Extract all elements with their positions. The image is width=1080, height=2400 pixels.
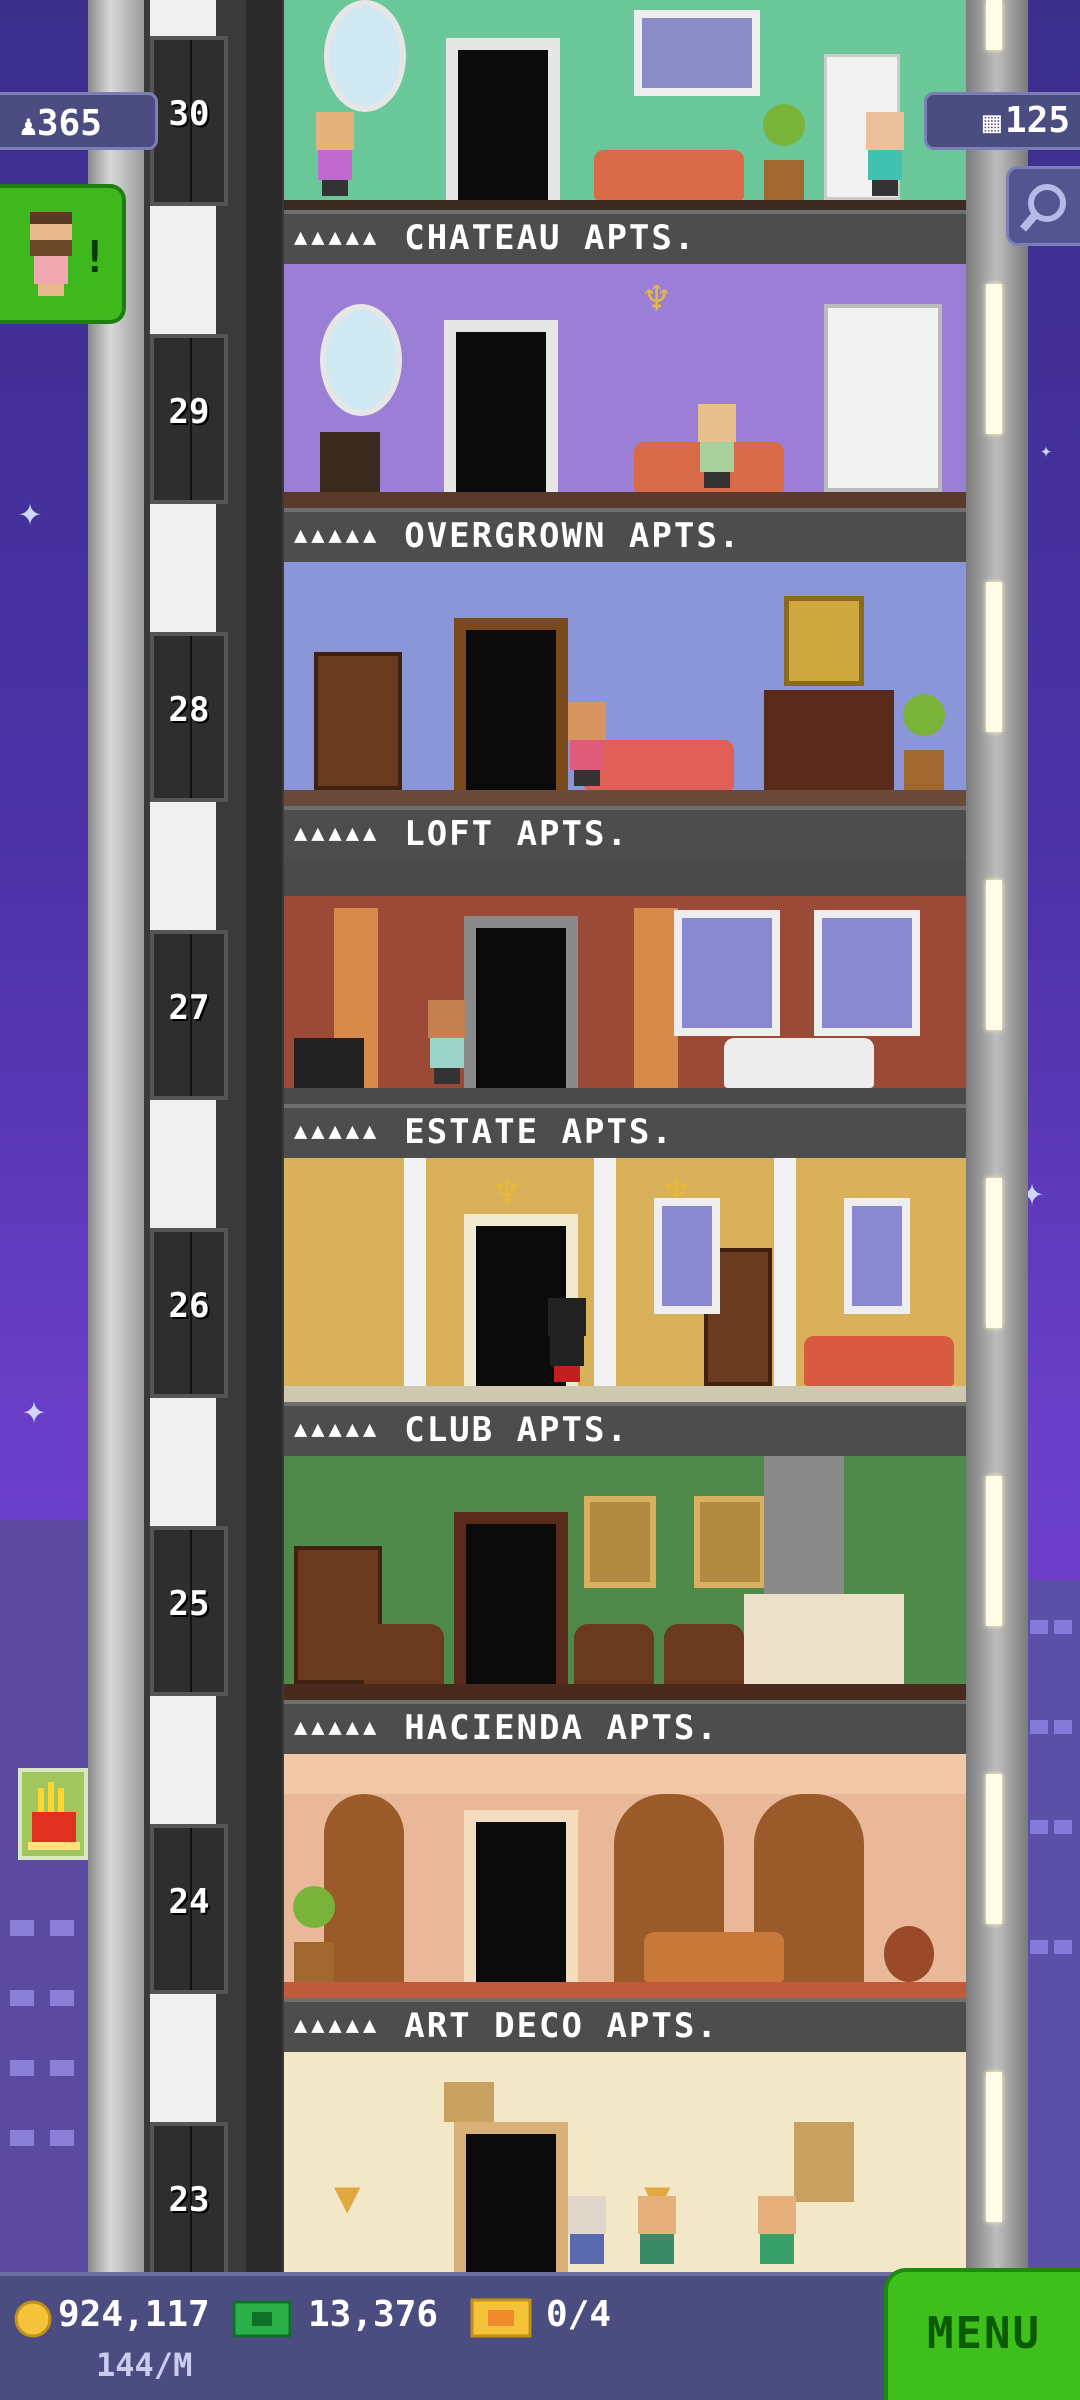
coin-icon: [14, 2300, 52, 2338]
floor-number: 29: [168, 392, 210, 432]
tickets-value: 0/4: [546, 2294, 612, 2335]
floor-28-room[interactable]: [284, 562, 966, 806]
floor-sign[interactable]: ▲▲▲▲▲ HACIENDA APTS.: [284, 1700, 966, 1754]
floor-number: 28: [168, 690, 210, 730]
bux-value: 125: [1004, 100, 1070, 141]
rating-stars-icon: ▲▲▲▲▲: [294, 2013, 381, 2038]
rating-stars-icon: ▲▲▲▲▲: [294, 523, 381, 548]
building-icon: ▦: [982, 105, 1001, 140]
floor-name: ESTATE APTS.: [404, 1112, 674, 1152]
floor-number: 27: [168, 988, 210, 1028]
floor-name: LOFT APTS.: [404, 814, 629, 854]
resident-avatar[interactable]: [694, 404, 740, 488]
wall-light: [986, 1476, 1002, 1626]
visitor-alert-button[interactable]: !: [0, 184, 126, 324]
bux-bill-icon: [232, 2300, 292, 2338]
rating-stars-icon: ▲▲▲▲▲: [294, 225, 381, 250]
floor-number: 26: [168, 1286, 210, 1326]
search-button[interactable]: [1006, 166, 1080, 246]
wall-light: [986, 880, 1002, 1030]
wall-light: [986, 1774, 1002, 1924]
bux-counter[interactable]: ▦ 125: [924, 92, 1080, 150]
elevator-rail: [246, 0, 282, 2280]
rating-stars-icon: ▲▲▲▲▲: [294, 1715, 381, 1740]
wall-light: [986, 582, 1002, 732]
floor-sign[interactable]: ▲▲▲▲▲ CHATEAU APTS.: [284, 210, 966, 264]
resident-avatar[interactable]: [754, 2196, 800, 2280]
city-skyline-left: [0, 1520, 90, 2280]
food-item-icon: [28, 1782, 80, 1850]
floor-number: 25: [168, 1584, 210, 1624]
floor-sign[interactable]: ▲▲▲▲▲ ESTATE APTS.: [284, 1104, 966, 1158]
floor-number: 24: [168, 1882, 210, 1922]
wall-light: [986, 284, 1002, 434]
floor-number: 30: [168, 94, 210, 134]
coins-value: 924,117: [58, 2294, 210, 2335]
city-skyline-right: [1020, 1580, 1080, 2280]
person-icon: ♟: [20, 109, 37, 142]
resident-avatar[interactable]: [544, 1298, 590, 1382]
resident-avatar[interactable]: [424, 1000, 470, 1084]
ticket-icon: [470, 2298, 532, 2338]
resident-avatar[interactable]: [564, 702, 610, 786]
floor-sign[interactable]: ▲▲▲▲▲ ART DECO APTS.: [284, 1998, 966, 2052]
search-icon: [1019, 184, 1066, 232]
floor-sign[interactable]: ▲▲▲▲▲ LOFT APTS.: [284, 806, 966, 860]
wall-light: [986, 2072, 1002, 2222]
floor-name: OVERGROWN APTS.: [404, 516, 742, 556]
floor-name: HACIENDA APTS.: [404, 1708, 719, 1748]
sparkle-icon: ✦: [1040, 438, 1053, 462]
floor-23-room[interactable]: ▼ ▼: [284, 2052, 966, 2280]
wall-light: [986, 1178, 1002, 1328]
visitor-avatar-icon: [30, 212, 72, 296]
floor-sign[interactable]: ▲▲▲▲▲ CLUB APTS.: [284, 1402, 966, 1456]
floor-name: CLUB APTS.: [404, 1410, 629, 1450]
floor-26-room[interactable]: ♆ ♆: [284, 1158, 966, 1402]
floor-27-room[interactable]: [284, 860, 966, 1104]
floor-name: CHATEAU APTS.: [404, 218, 697, 258]
rating-stars-icon: ▲▲▲▲▲: [294, 821, 381, 846]
population-value: 365: [36, 103, 102, 144]
menu-button[interactable]: MENU: [884, 2268, 1080, 2400]
population-counter[interactable]: ♟365: [0, 92, 158, 150]
floor-name: ART DECO APTS.: [404, 2006, 719, 2046]
resident-avatar[interactable]: [634, 2196, 680, 2280]
coins-rate: 144/M: [96, 2346, 193, 2384]
floor-number: 23: [168, 2180, 210, 2220]
floor-29-room[interactable]: ♆: [284, 264, 966, 508]
resident-avatar[interactable]: [564, 2196, 610, 2280]
alert-icon: !: [81, 232, 109, 283]
elevator-rail: [88, 0, 144, 2280]
fries-icon[interactable]: [18, 1768, 88, 1860]
wall-light: [986, 0, 1002, 50]
rating-stars-icon: ▲▲▲▲▲: [294, 1417, 381, 1442]
resident-avatar[interactable]: [312, 112, 358, 196]
resident-avatar[interactable]: [862, 112, 908, 196]
sparkle-icon: ✦: [22, 1387, 47, 1433]
floor-30-room[interactable]: [284, 0, 966, 216]
sparkle-icon: ✦: [18, 489, 43, 535]
floor-24-room[interactable]: [284, 1754, 966, 1998]
bux-value: 13,376: [308, 2294, 439, 2335]
floor-sign[interactable]: ▲▲▲▲▲ OVERGROWN APTS.: [284, 508, 966, 562]
rating-stars-icon: ▲▲▲▲▲: [294, 1119, 381, 1144]
floor-25-room[interactable]: [284, 1456, 966, 1700]
